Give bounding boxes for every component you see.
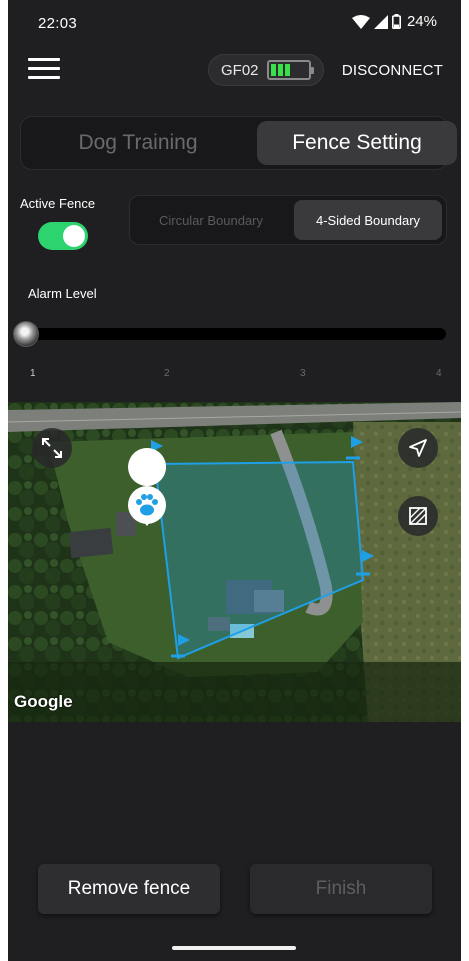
active-fence-toggle[interactable] xyxy=(38,222,88,250)
wifi-icon xyxy=(351,14,370,29)
menu-icon[interactable] xyxy=(28,58,60,82)
alarm-tick-3: 3 xyxy=(300,368,306,379)
finish-button[interactable]: Finish xyxy=(250,864,432,914)
circular-boundary-option[interactable]: Circular Boundary xyxy=(136,200,286,240)
device-name: GF02 xyxy=(221,61,259,79)
alarm-level-slider[interactable] xyxy=(18,328,446,340)
map-type-button[interactable] xyxy=(398,496,438,536)
alarm-level-label: Alarm Level xyxy=(28,286,97,301)
alarm-tick-1: 1 xyxy=(30,368,36,379)
device-battery-icon xyxy=(266,60,314,80)
tab-fence-setting[interactable]: Fence Setting xyxy=(257,121,457,165)
fullscreen-button[interactable] xyxy=(32,428,72,468)
mode-tabs: Dog Training Fence Setting xyxy=(20,116,457,170)
disconnect-button[interactable]: DISCONNECT xyxy=(342,62,443,79)
app-screen: 22:03 24% GF02 DISCONNECT Dog Training F… xyxy=(8,0,461,961)
alarm-level-slider-thumb[interactable] xyxy=(13,321,39,347)
toggle-knob xyxy=(63,225,85,247)
status-icons: 24% xyxy=(351,13,437,30)
alarm-tick-2: 2 xyxy=(164,368,170,379)
cell-signal-icon xyxy=(373,14,388,29)
google-attribution: Google xyxy=(14,692,73,711)
device-status-pill[interactable]: GF02 xyxy=(208,54,324,86)
locate-button[interactable] xyxy=(398,428,438,468)
status-bar: 22:03 24% xyxy=(8,0,461,40)
alarm-tick-4: 4 xyxy=(436,368,442,379)
battery-percentage: 24% xyxy=(406,13,437,30)
top-bar: GF02 DISCONNECT xyxy=(8,48,461,92)
four-sided-boundary-option[interactable]: 4-Sided Boundary xyxy=(294,200,442,240)
navigation-arrow-icon xyxy=(409,439,427,457)
battery-status-icon xyxy=(391,14,401,29)
active-fence-label: Active Fence xyxy=(20,196,96,211)
map-layer-icon xyxy=(409,507,427,525)
home-indicator[interactable] xyxy=(172,946,296,950)
status-time: 22:03 xyxy=(38,15,78,32)
boundary-type-selector: Circular Boundary 4-Sided Boundary xyxy=(129,195,447,245)
tab-dog-training[interactable]: Dog Training xyxy=(27,121,249,165)
remove-fence-button[interactable]: Remove fence xyxy=(38,864,220,914)
expand-icon xyxy=(42,438,62,458)
satellite-map[interactable]: Google xyxy=(8,402,461,722)
map-imagery xyxy=(8,402,461,722)
